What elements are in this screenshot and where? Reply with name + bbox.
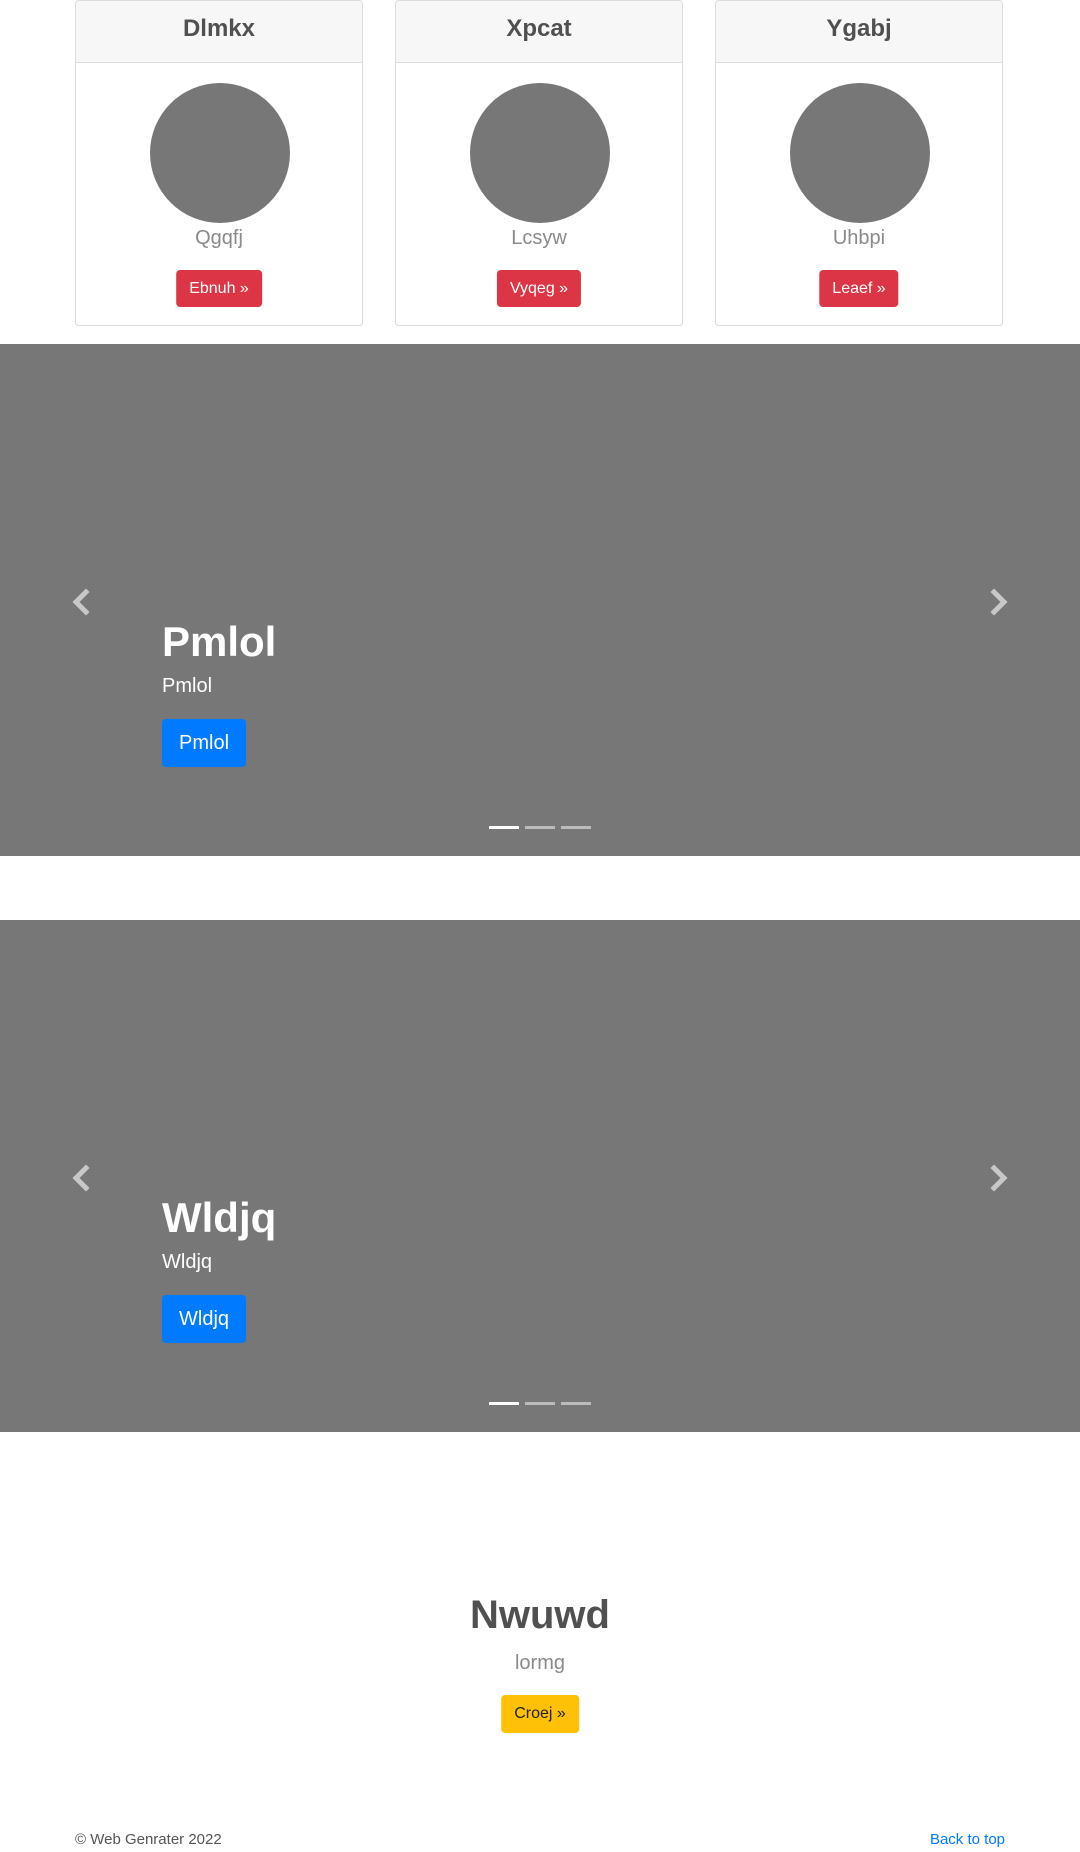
caption-title: Pmlol (162, 618, 277, 665)
card-button[interactable]: Ebnuh » (176, 270, 262, 307)
carousel-indicator[interactable] (561, 826, 591, 836)
cards-section: Dlmkx Qgqfj Ebnuh » Xpcat Lcsyw Vyqeg » … (0, 0, 1080, 344)
feature-button[interactable]: Croej » (501, 1695, 579, 1733)
carousel-prev-button[interactable] (61, 582, 101, 622)
card-xpcat: Xpcat Lcsyw Vyqeg » (395, 0, 683, 326)
carousel-caption: Wldjq Wldjq Wldjq (162, 1193, 762, 1343)
footer: © Web Genrater 2022 Back to top (75, 1828, 1005, 1852)
carousel-wldjq: Wldjq Wldjq Wldjq (0, 920, 1080, 1432)
chevron-right-icon (990, 1164, 1008, 1192)
card-ygabj: Ygabj Uhbpi Leaef » (715, 0, 1003, 326)
caption-text: Pmlol (162, 675, 213, 697)
avatar (470, 83, 610, 223)
carousel-prev-button[interactable] (61, 1158, 101, 1198)
carousel-pmlol: Pmlol Pmlol Pmlol (0, 344, 1080, 856)
caption-text: Wldjq (162, 1251, 213, 1273)
carousel-caption: Pmlol Pmlol Pmlol (162, 617, 762, 767)
card-button[interactable]: Vyqeg » (496, 270, 582, 307)
card-subtitle: Uhbpi (832, 227, 886, 249)
card-subtitle: Qgqfj (195, 227, 243, 249)
caption-button[interactable]: Pmlol (162, 719, 247, 767)
card-title: Xpcat (396, 1, 682, 63)
copyright-text: © Web Genrater 2022 (75, 1831, 222, 1848)
carousel-indicators (489, 1402, 591, 1412)
feature-text: lormg (514, 1652, 565, 1674)
carousel-indicator[interactable] (525, 826, 555, 836)
card-button[interactable]: Leaef » (819, 270, 899, 307)
caption-title: Wldjq (162, 1194, 277, 1241)
chevron-left-icon (72, 588, 90, 616)
avatar (150, 83, 290, 223)
carousel-indicator[interactable] (489, 826, 519, 836)
card-subtitle: Lcsyw (511, 227, 567, 249)
chevron-right-icon (990, 588, 1008, 616)
carousel-indicator[interactable] (561, 1402, 591, 1412)
card-title: Dlmkx (76, 1, 362, 63)
feature-title: Nwuwd (470, 1593, 610, 1637)
carousel-indicator[interactable] (525, 1402, 555, 1412)
carousel-indicator[interactable] (489, 1402, 519, 1412)
carousel-next-button[interactable] (979, 1158, 1019, 1198)
carousel-next-button[interactable] (979, 582, 1019, 622)
caption-button[interactable]: Wldjq (162, 1295, 247, 1343)
back-to-top-link[interactable]: Back to top (930, 1828, 1005, 1852)
chevron-left-icon (72, 1164, 90, 1192)
card-dlmkx: Dlmkx Qgqfj Ebnuh » (75, 0, 363, 326)
avatar (790, 83, 930, 223)
carousel-indicators (489, 826, 591, 836)
card-title: Ygabj (716, 1, 1002, 63)
feature-section: Nwuwd lormg Croej » (0, 1432, 1080, 1733)
